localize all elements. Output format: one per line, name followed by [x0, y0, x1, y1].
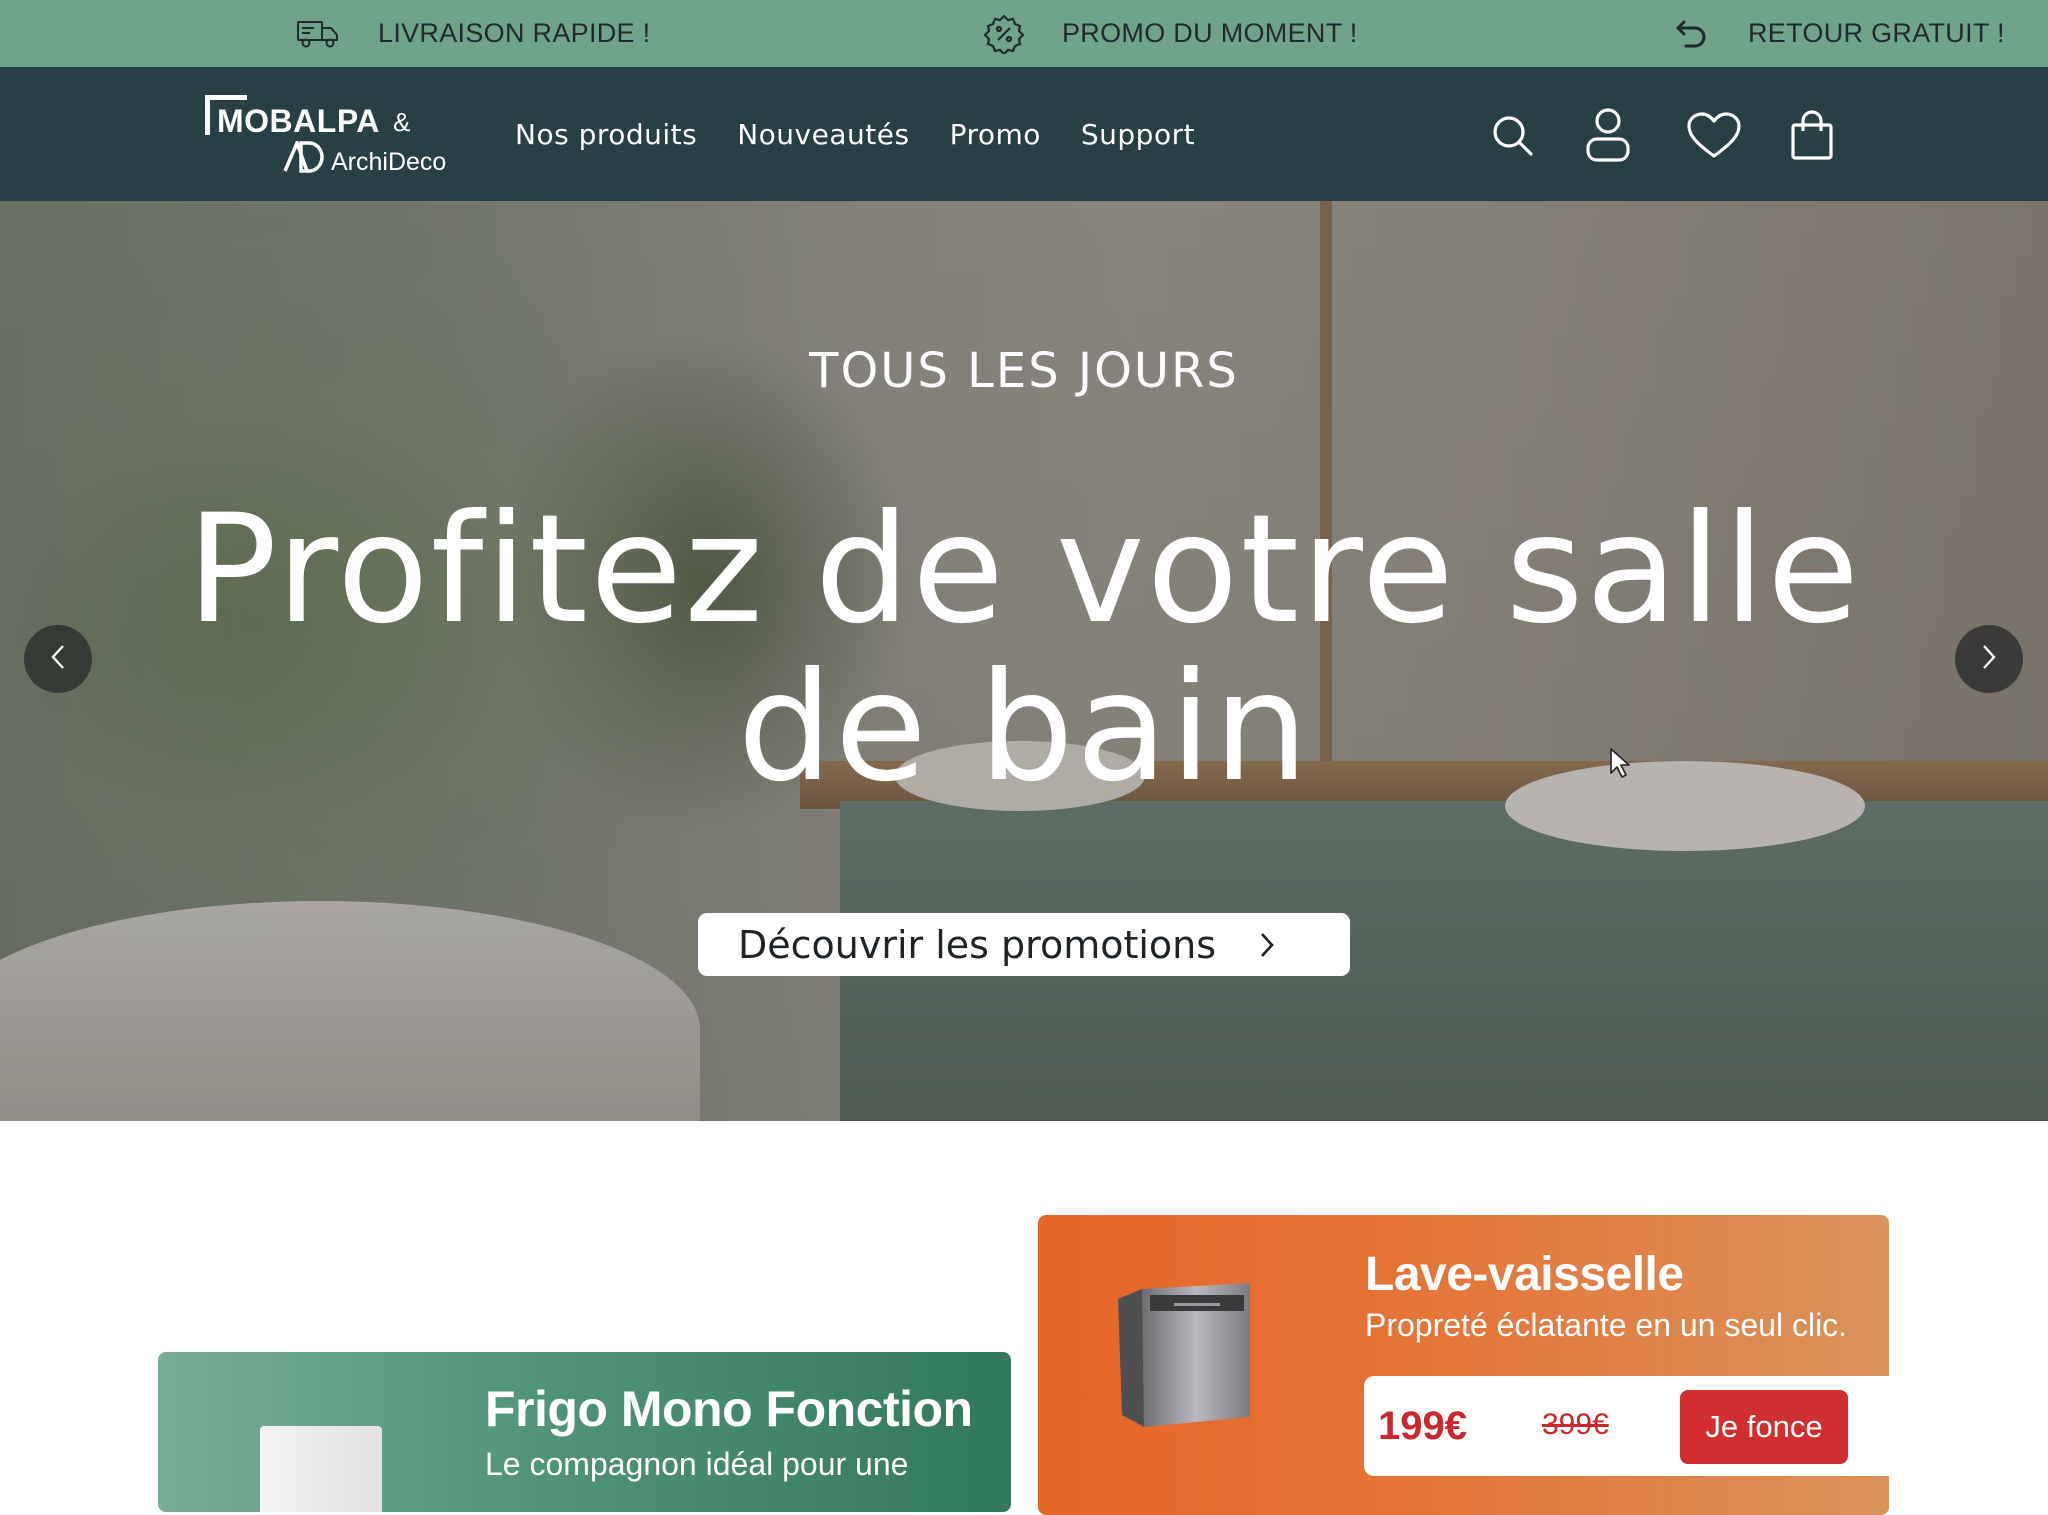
bag-icon[interactable] [1780, 103, 1844, 167]
truck-icon [296, 18, 340, 50]
user-icon[interactable] [1576, 103, 1640, 167]
nav-new[interactable]: Nouveautés [737, 118, 909, 151]
logo-subbrand: ArchiDeco [331, 148, 447, 176]
logo-frame [205, 95, 247, 135]
promo-bar: LIVRAISON RAPIDE ! PROMO DU MOMENT ! RET… [0, 0, 2048, 67]
price-box: 199€ 399€ Je fonce [1364, 1376, 1889, 1476]
promo-fast-delivery[interactable]: LIVRAISON RAPIDE ! [296, 0, 650, 67]
current-price: 199€ [1378, 1404, 1467, 1448]
dishwasher-card-subtitle: Propreté éclatante en un seul clic. [1365, 1307, 1848, 1343]
mouse-cursor-icon [1609, 747, 1631, 784]
promo-label: PROMO DU MOMENT ! [1062, 18, 1358, 48]
promo-label: RETOUR GRATUIT ! [1748, 18, 2005, 48]
dishwasher-card-title: Lave-vaisselle [1365, 1248, 1684, 1301]
nav-support[interactable]: Support [1081, 118, 1195, 151]
dishwasher-promo-card[interactable]: Lave-vaisselle Propreté éclatante en un … [1038, 1215, 1889, 1515]
search-icon[interactable] [1480, 103, 1544, 167]
frigo-card-subtitle: Le compagnon idéal pour une [485, 1446, 909, 1482]
fridge-product-image [260, 1426, 382, 1512]
hero-banner: TOUS LES JOURS Profitez de votre salle d… [0, 201, 2048, 1121]
return-arrow-icon [1674, 18, 1710, 50]
carousel-next-button[interactable] [1955, 625, 2023, 693]
main-nav: Nos produits Nouveautés Promo Support [515, 67, 1195, 201]
je-fonce-button[interactable]: Je fonce [1680, 1390, 1848, 1464]
cta-label: Découvrir les promotions [738, 922, 1217, 967]
site-header: MOBALPA & ArchiDeco Nos produits Nouveau… [0, 67, 2048, 201]
logo-ampersand: & [393, 107, 411, 137]
hero-kicker: TOUS LES JOURS [809, 343, 1239, 399]
frigo-promo-card[interactable]: Frigo Mono Fonction Le compagnon idéal p… [158, 1352, 1011, 1512]
promo-free-return[interactable]: RETOUR GRATUIT ! [1674, 0, 2005, 67]
frigo-card-title: Frigo Mono Fonction [485, 1381, 973, 1437]
dishwasher-product-image [1114, 1281, 1254, 1429]
original-price: 399€ [1542, 1408, 1609, 1441]
chevron-right-icon [1258, 931, 1276, 959]
chevron-right-icon [1980, 643, 1998, 676]
chevron-left-icon [49, 643, 67, 676]
discover-promotions-button[interactable]: Découvrir les promotions [698, 913, 1350, 976]
carousel-prev-button[interactable] [24, 625, 92, 693]
promo-current-deal[interactable]: PROMO DU MOMENT ! [984, 0, 1358, 67]
hero-title: Profitez de votre salle de bain [186, 483, 1862, 815]
percent-badge-icon [984, 13, 1024, 54]
nav-promo[interactable]: Promo [950, 118, 1041, 151]
logo[interactable]: MOBALPA & ArchiDeco [205, 93, 455, 183]
archideco-logo-icon [283, 138, 329, 178]
heart-icon[interactable] [1682, 103, 1746, 167]
nav-products[interactable]: Nos produits [515, 118, 697, 151]
promo-label: LIVRAISON RAPIDE ! [378, 18, 651, 48]
